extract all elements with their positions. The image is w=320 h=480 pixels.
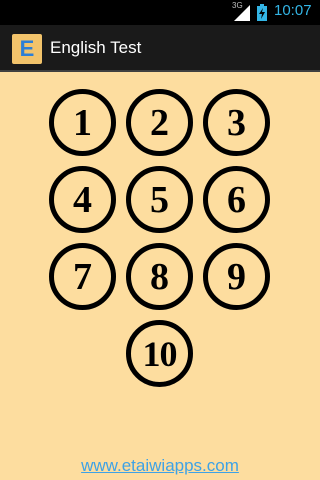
app-title: English Test [50, 38, 142, 57]
action-bar: E English Test [0, 25, 320, 72]
test-5-button[interactable]: 5 [126, 166, 193, 233]
website-link[interactable]: www.etaiwiapps.com [0, 456, 320, 476]
status-clock: 10:07 [274, 2, 312, 19]
test-7-button[interactable]: 7 [49, 243, 116, 310]
status-bar: 3G 10:07 [0, 0, 320, 25]
test-9-button[interactable]: 9 [203, 243, 270, 310]
test-3-button[interactable]: 3 [203, 89, 270, 156]
test-2-button[interactable]: 2 [126, 89, 193, 156]
app-logo-icon[interactable]: E [12, 34, 42, 64]
battery-charging-icon [257, 4, 267, 21]
app-logo-letter: E [19, 36, 35, 61]
test-1-button[interactable]: 1 [49, 89, 116, 156]
test-6-button[interactable]: 6 [203, 166, 270, 233]
test-10-button[interactable]: 10 [126, 320, 193, 387]
signal-strength-icon [234, 5, 250, 21]
test-4-button[interactable]: 4 [49, 166, 116, 233]
test-8-button[interactable]: 8 [126, 243, 193, 310]
